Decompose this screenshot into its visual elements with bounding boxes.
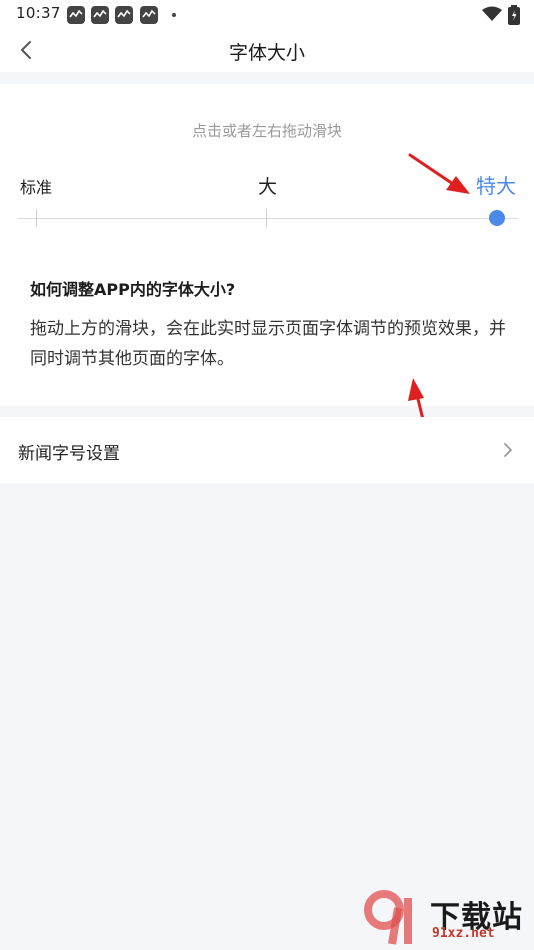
slider-thumb[interactable] [489,210,505,226]
size-option-xlarge[interactable]: 特大 [476,170,516,199]
notification-icon [91,6,109,24]
wifi-icon [482,6,502,21]
faq-title: 如何调整APP内的字体大小? [30,280,236,299]
notification-icon [140,6,158,24]
notification-icon [67,6,85,24]
news-font-size-row[interactable]: 新闻字号设置 [0,417,534,483]
page-title: 字体大小 [228,42,305,64]
slider-hint: 点击或者左右拖动滑块 [191,122,342,140]
font-size-card: 点击或者左右拖动滑块 标准 大 特大 如何调整APP内的字体大小? 拖动上方的滑… [0,84,534,406]
battery-icon [508,5,520,25]
watermark-domain: 91xz.net [432,926,495,941]
size-option-standard[interactable]: 标准 [20,174,52,198]
status-dot [172,13,176,17]
slider-tick-large [266,209,267,227]
status-time: 10:37 [16,4,61,22]
size-option-large[interactable]: 大 [258,172,277,199]
watermark-logo-icon [364,890,412,945]
news-font-size-label: 新闻字号设置 [18,444,120,464]
status-bar: 10:37 [0,0,534,30]
chevron-right-icon [504,443,512,457]
watermark: 下载站 91xz.net [360,888,530,946]
slider-tick-standard [36,209,37,227]
slider-track[interactable] [18,218,518,219]
faq-body: 拖动上方的滑块，会在此实时显示页面字体调节的预览效果，并同时调节其他页面的字体。 [30,319,506,369]
notification-icon [115,6,133,24]
app-header: 字体大小 [0,30,534,72]
